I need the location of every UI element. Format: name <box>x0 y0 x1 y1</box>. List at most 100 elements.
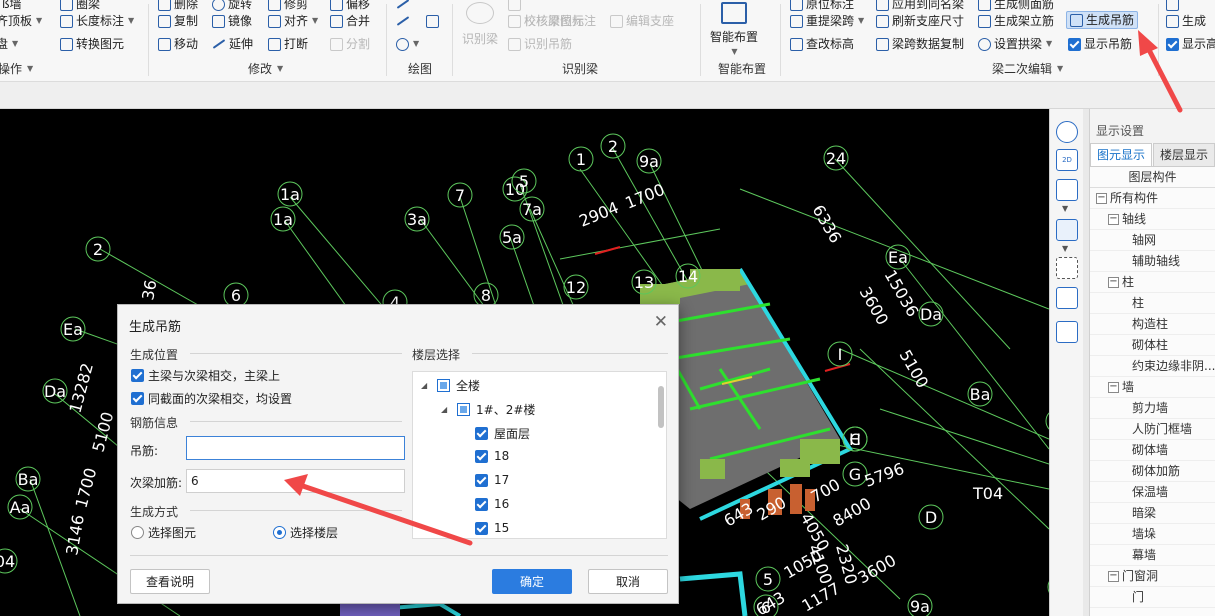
ok-button[interactable]: 确定 <box>492 569 572 594</box>
split-button[interactable]: 分割 <box>330 35 370 53</box>
ribbon-group-modify-label[interactable]: 修改 ▼ <box>248 61 283 77</box>
tree-row[interactable]: 墙垛 <box>1090 524 1215 545</box>
tree-row[interactable]: 剪力墙 <box>1090 398 1215 419</box>
axis-label: G <box>849 465 861 484</box>
secondary-rebar-input[interactable] <box>186 469 405 493</box>
collapse-toggle-icon[interactable]: − <box>1108 571 1119 582</box>
orbit-view-icon[interactable] <box>1056 121 1078 143</box>
floor-item-row[interactable]: 屋面层 <box>475 425 530 442</box>
align-button[interactable]: 对齐 ▼ <box>268 12 318 30</box>
tree-row[interactable]: 构造柱 <box>1090 314 1215 335</box>
convert-element-button[interactable]: 转换图元 <box>60 35 124 53</box>
tree-row[interactable]: − 墙 <box>1090 377 1215 398</box>
3d-cube-icon[interactable] <box>1056 179 1078 201</box>
floor-item-row[interactable]: 16 <box>475 497 509 511</box>
extend-button[interactable]: 延伸 <box>212 35 253 53</box>
show-height-checkbox[interactable]: 显示高 <box>1166 35 1215 53</box>
tab-floor-display[interactable]: 楼层显示 <box>1153 143 1215 166</box>
tree-row[interactable]: 砌体柱 <box>1090 335 1215 356</box>
hanger-input[interactable] <box>186 436 405 460</box>
properties-list-icon[interactable] <box>1056 321 1078 343</box>
solid-cube-icon[interactable] <box>1056 219 1078 241</box>
floor-tree-scrollbar[interactable] <box>658 386 664 428</box>
draw-rect-button[interactable] <box>426 12 439 30</box>
generate-hanger-rebar-button[interactable]: 生成吊筋 <box>1066 11 1139 29</box>
floor-group-row[interactable]: ◢ 1#、2#楼 <box>441 401 535 418</box>
identify-beam-big-button[interactable]: 识别梁 <box>462 2 498 47</box>
tree-row[interactable]: 约束边缘非阴... <box>1090 356 1215 377</box>
option-main-secondary-checkbox[interactable]: 主梁与次梁相交，主梁上 <box>131 367 280 384</box>
display-settings-icon[interactable] <box>1056 287 1078 309</box>
edit-support-button[interactable]: 编辑支座 <box>610 12 674 30</box>
tab-element-display[interactable]: 图元显示 <box>1090 143 1153 166</box>
mirror-button[interactable]: 镜像 <box>212 12 252 30</box>
tree-row[interactable]: − 柱 <box>1090 272 1215 293</box>
tree-row[interactable]: 砌体墙 <box>1090 440 1215 461</box>
checkbox-checked-icon[interactable] <box>475 449 488 463</box>
help-button[interactable]: 查看说明 <box>130 569 210 594</box>
tree-row[interactable]: 人防门框墙 <box>1090 419 1215 440</box>
tree-row[interactable]: 门 <box>1090 587 1215 608</box>
copy-span-data-button[interactable]: 梁跨数据复制 <box>876 35 964 53</box>
check-elevation-button[interactable]: 查改标高 <box>790 35 854 53</box>
expand-arrow-icon[interactable]: ◢ <box>421 381 431 390</box>
collapse-toggle-icon[interactable]: − <box>1108 277 1119 288</box>
smart-layout-big-button[interactable]: 智能布置 ▼ <box>710 2 758 56</box>
option-same-section-checkbox[interactable]: 同截面的次梁相交，均设置 <box>131 390 292 407</box>
copy-button[interactable]: 复制 <box>158 12 198 30</box>
merge-button[interactable]: 合并 <box>330 12 370 30</box>
checkbox-checked-icon[interactable] <box>475 427 488 440</box>
ribbon-align-top-item[interactable]: 齐顶板▼ <box>0 12 42 30</box>
select-element-radio[interactable]: 选择图元 <box>131 524 196 541</box>
tree-row[interactable]: 辅助轴线 <box>1090 251 1215 272</box>
chevron-down-icon[interactable]: ▼ <box>1062 244 1068 253</box>
tree-row[interactable]: − 所有构件 <box>1090 188 1215 209</box>
ribbon-group-beam-edit-label[interactable]: 梁二次编辑 ▼ <box>992 61 1063 77</box>
draw-line-button[interactable] <box>396 12 410 30</box>
checkbox-partial-icon[interactable] <box>437 379 450 392</box>
tree-row[interactable]: − 门窗洞 <box>1090 566 1215 587</box>
2d-view-icon[interactable]: 2D <box>1056 149 1078 171</box>
check-original-annotation-button[interactable]: 校核原位标注 <box>508 12 596 30</box>
tree-row[interactable]: 幕墙 <box>1090 545 1215 566</box>
tree-label: 门 <box>1132 590 1145 604</box>
checkbox-checked-icon[interactable] <box>475 497 488 511</box>
cancel-button[interactable]: 取消 <box>588 569 668 594</box>
collapse-toggle-icon[interactable]: − <box>1108 382 1119 393</box>
collapse-toggle-icon[interactable]: − <box>1108 214 1119 225</box>
move-button[interactable]: 移动 <box>158 35 198 53</box>
identify-hanger-button[interactable]: 识别吊筋 <box>508 35 572 53</box>
floor-item-row[interactable]: 15 <box>475 521 509 535</box>
ribbon-group-operation-label[interactable]: 操作 ▼ <box>0 61 33 77</box>
generate-partial-button[interactable]: 生成 <box>1166 12 1206 30</box>
tree-row[interactable]: 保温墙 <box>1090 482 1215 503</box>
collapse-toggle-icon[interactable]: − <box>1096 193 1107 204</box>
re-extract-span-button[interactable]: 重提梁跨 ▼ <box>790 12 864 30</box>
generate-erection-rebar-button[interactable]: 生成架立筋 <box>978 12 1054 30</box>
tree-row[interactable]: 柱 <box>1090 293 1215 314</box>
floor-item-row[interactable]: 17 <box>475 473 509 487</box>
checkbox-partial-icon[interactable] <box>457 403 470 416</box>
close-icon[interactable]: ✕ <box>654 312 668 332</box>
expand-arrow-icon[interactable]: ◢ <box>441 405 451 414</box>
show-hanger-checkbox[interactable]: 显示吊筋 <box>1068 35 1132 53</box>
tree-row[interactable]: 砌体加筋 <box>1090 461 1215 482</box>
zoom-extents-icon[interactable] <box>1056 257 1078 279</box>
checkbox-checked-icon[interactable] <box>475 473 488 487</box>
length-dimension-button[interactable]: 长度标注 ▼ <box>60 12 134 30</box>
select-floor-radio[interactable]: 选择楼层 <box>273 524 338 541</box>
floor-root-row[interactable]: ◢ 全楼 <box>421 377 480 394</box>
chevron-down-icon[interactable]: ▼ <box>1062 204 1068 213</box>
tree-row[interactable]: 轴网 <box>1090 230 1215 251</box>
dimension-label: 643 <box>753 588 789 616</box>
ribbon-plate-item[interactable]: 盘▼ <box>0 35 18 53</box>
tree-row[interactable]: − 轴线 <box>1090 209 1215 230</box>
draw-arc-button[interactable]: ▼ <box>396 35 419 53</box>
tree-row[interactable]: 暗梁 <box>1090 503 1215 524</box>
column-block <box>780 459 810 477</box>
checkbox-checked-icon[interactable] <box>475 521 488 535</box>
refresh-support-size-button[interactable]: 刷新支座尺寸 <box>876 12 964 30</box>
set-arch-beam-button[interactable]: 设置拱梁 ▼ <box>978 35 1052 53</box>
floor-item-row[interactable]: 18 <box>475 449 509 463</box>
break-button[interactable]: 打断 <box>268 35 308 53</box>
